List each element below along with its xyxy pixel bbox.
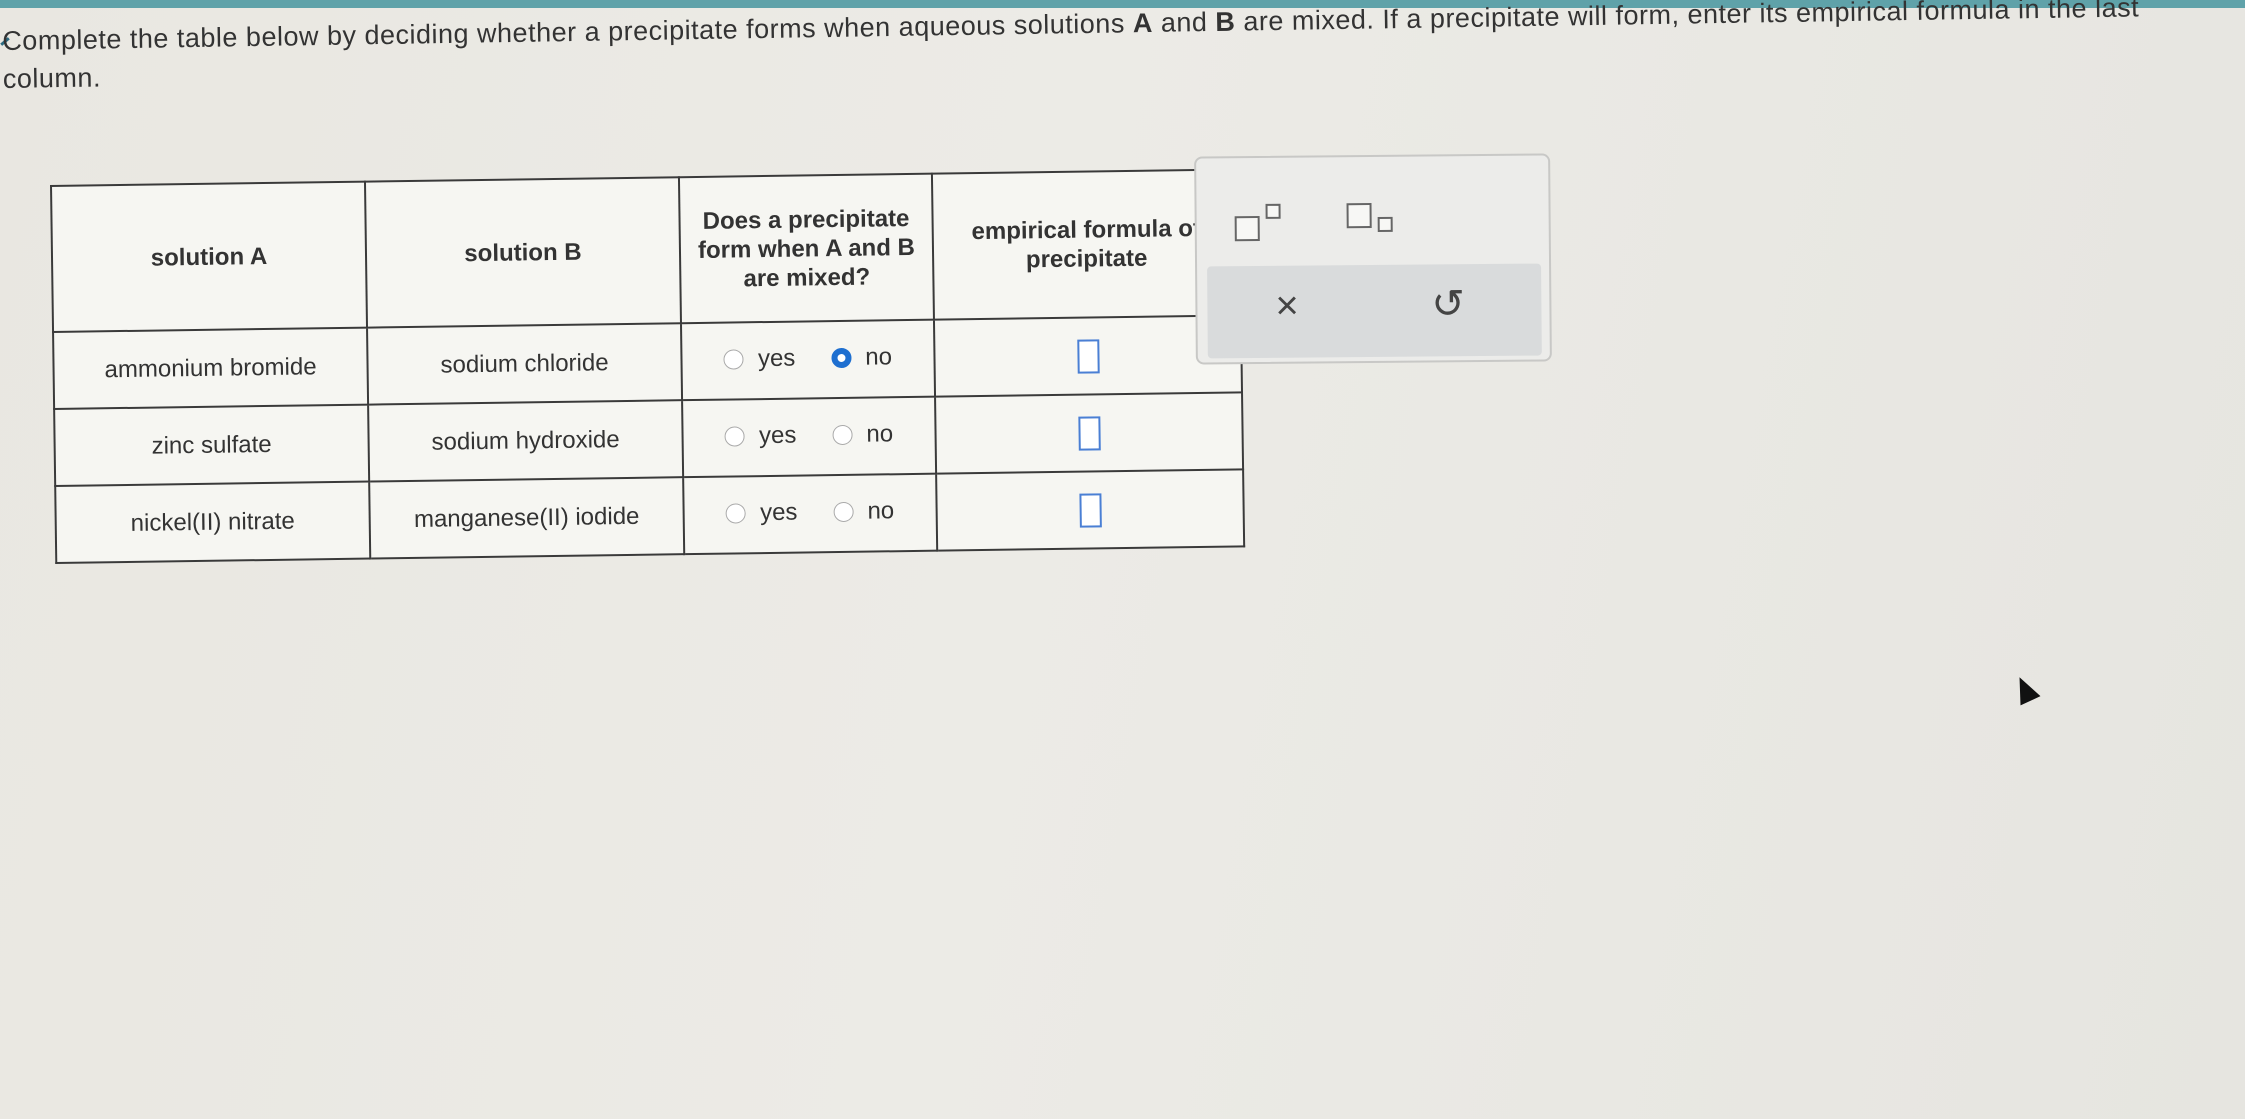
row1-no-option[interactable]: no xyxy=(831,343,892,372)
header-solution-b: solution B xyxy=(364,177,681,328)
row2-formula-input[interactable] xyxy=(1077,415,1101,451)
precipitate-table: solution A solution B Does a precipitate… xyxy=(50,168,1246,564)
row3-formula-cell xyxy=(936,469,1245,551)
row2-yes-label: yes xyxy=(758,421,797,450)
header-precipitate-question: Does a precipitate form when A and B are… xyxy=(678,173,934,324)
row1-radio-cell: yes no xyxy=(680,319,936,401)
tool-action-bar: × ↺ xyxy=(1207,263,1542,359)
precipitate-table-wrapper: solution A solution B Does a precipitate… xyxy=(50,168,1246,564)
subscript-button[interactable] xyxy=(1346,197,1406,248)
row3-solution-b: manganese(II) iodide xyxy=(369,477,685,559)
superscript-button[interactable] xyxy=(1234,198,1294,249)
row3-no-option[interactable]: no xyxy=(833,497,894,526)
row3-no-radio[interactable] xyxy=(833,501,854,523)
row3-yes-option[interactable]: yes xyxy=(725,498,798,528)
row1-solution-a: ammonium bromide xyxy=(53,327,369,409)
row1-no-radio[interactable] xyxy=(831,347,852,369)
row3-yes-label: yes xyxy=(759,498,798,527)
prompt-bold-b: B xyxy=(1215,6,1236,37)
table-row: nickel(II) nitrate manganese(II) iodide … xyxy=(55,469,1245,563)
clear-icon[interactable]: × xyxy=(1275,284,1299,328)
prompt-text-1: Complete the table below by deciding whe… xyxy=(2,8,1134,56)
row1-formula-input[interactable] xyxy=(1076,338,1100,374)
row2-radio-group: yes no xyxy=(713,420,905,451)
mouse-cursor-icon xyxy=(2009,672,2041,706)
prompt-text-2: and xyxy=(1152,6,1216,38)
row2-yes-option[interactable]: yes xyxy=(724,421,797,451)
question-prompt: Complete the table below by deciding whe… xyxy=(2,0,2203,98)
row1-radio-group: yes no xyxy=(712,343,904,374)
prompt-bold-a: A xyxy=(1132,7,1154,39)
row2-radio-cell: yes no xyxy=(682,396,937,478)
header-solution-a: solution A xyxy=(51,181,368,332)
row2-no-radio[interactable] xyxy=(832,424,853,446)
row1-solution-b: sodium chloride xyxy=(367,323,683,405)
row3-radio-cell: yes no xyxy=(683,473,938,555)
row2-no-option[interactable]: no xyxy=(832,420,893,449)
row1-yes-option[interactable]: yes xyxy=(723,344,796,374)
row3-yes-radio[interactable] xyxy=(725,503,747,524)
table-header-row: solution A solution B Does a precipitate… xyxy=(51,169,1241,332)
row1-yes-label: yes xyxy=(757,344,796,373)
row2-solution-b: sodium hydroxide xyxy=(368,400,684,482)
row1-yes-radio[interactable] xyxy=(723,349,745,370)
row3-formula-input[interactable] xyxy=(1078,492,1102,528)
row1-no-label: no xyxy=(865,343,893,371)
row3-solution-a: nickel(II) nitrate xyxy=(55,481,371,563)
formula-tool-panel: × ↺ xyxy=(1194,153,1552,365)
row2-formula-cell xyxy=(935,392,1244,474)
undo-icon[interactable]: ↺ xyxy=(1431,282,1465,326)
row3-no-label: no xyxy=(867,497,895,525)
row2-no-label: no xyxy=(866,420,894,448)
row3-radio-group: yes no xyxy=(714,497,906,528)
row2-yes-radio[interactable] xyxy=(724,426,746,447)
row2-solution-a: zinc sulfate xyxy=(54,404,370,486)
